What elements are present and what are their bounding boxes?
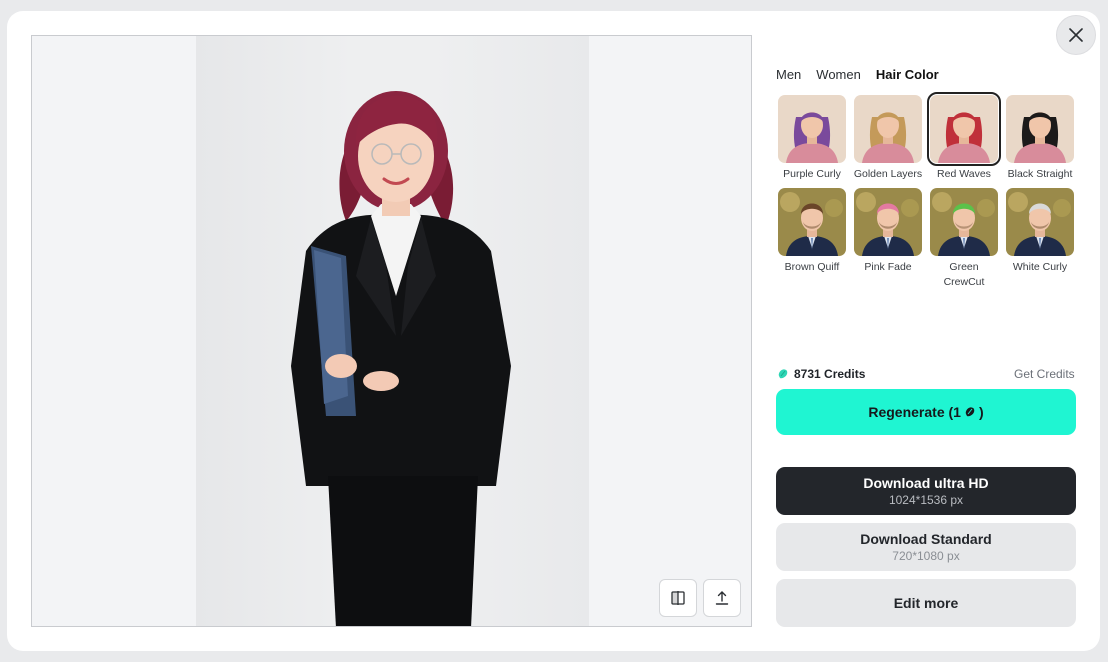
image-preview <box>31 35 752 627</box>
style-label: Golden Layers <box>853 168 923 180</box>
share-button[interactable] <box>703 579 741 617</box>
style-label: Black Straight <box>1007 168 1073 180</box>
gem-icon <box>778 369 788 379</box>
credits-amount: 8731 Credits <box>794 367 866 381</box>
style-pink-fade[interactable]: Pink Fade <box>853 188 923 275</box>
style-black-straight[interactable]: Black Straight <box>1005 95 1075 182</box>
download-std-size: 720*1080 px <box>892 548 960 563</box>
regenerate-label: Regenerate (1 <box>868 404 961 420</box>
download-hd-size: 1024*1536 px <box>888 492 964 507</box>
tab-men[interactable]: Men <box>776 67 801 82</box>
style-thumbnail <box>927 92 1001 166</box>
compare-icon <box>671 591 685 605</box>
style-brown-quiff[interactable]: Brown Quiff <box>777 188 847 275</box>
style-white-curly[interactable]: White Curly <box>1005 188 1075 275</box>
style-thumbnail <box>1006 95 1074 163</box>
credits-balance: 8731 Credits <box>777 367 865 381</box>
edit-more-label: Edit more <box>893 595 959 611</box>
style-red-waves[interactable]: Red Waves <box>927 92 1001 182</box>
style-label: Pink Fade <box>864 261 912 273</box>
category-tabs: Men Women Hair Color <box>776 67 939 82</box>
style-thumbnail <box>1006 188 1074 256</box>
generated-portrait <box>196 36 589 626</box>
regenerate-label-end: ) <box>978 404 984 420</box>
style-label: Purple Curly <box>783 168 841 180</box>
style-thumbnail <box>854 95 922 163</box>
style-thumbnail <box>778 95 846 163</box>
style-label: Red Waves <box>937 168 991 180</box>
tab-hair-color[interactable]: Hair Color <box>876 67 939 82</box>
regenerate-content: Regenerate (1 ) <box>868 404 983 420</box>
style-label: Brown Quiff <box>784 261 840 273</box>
edit-more-button[interactable]: Edit more <box>776 579 1076 627</box>
style-thumbnail <box>778 188 846 256</box>
regenerate-button[interactable]: Regenerate (1 ) <box>776 389 1076 435</box>
get-credits-link[interactable]: Get Credits <box>1014 367 1075 381</box>
close-button[interactable] <box>1056 15 1096 55</box>
compare-button[interactable] <box>659 579 697 617</box>
style-purple-curly[interactable]: Purple Curly <box>777 95 847 182</box>
tab-women[interactable]: Women <box>816 67 861 82</box>
style-golden-layers[interactable]: Golden Layers <box>853 95 923 182</box>
portrait-illustration <box>291 91 511 626</box>
download-standard-button[interactable]: Download Standard 720*1080 px <box>776 523 1076 571</box>
style-label: White Curly <box>1012 261 1068 273</box>
style-thumbnail <box>854 188 922 256</box>
style-label: Green CrewCut <box>943 261 985 288</box>
gem-icon <box>965 407 975 417</box>
download-hd-label: Download ultra HD <box>863 474 989 491</box>
close-icon <box>1069 28 1083 42</box>
download-ultra-hd-button[interactable]: Download ultra HD 1024*1536 px <box>776 467 1076 515</box>
download-std-label: Download Standard <box>860 530 992 547</box>
style-thumbnail <box>930 188 998 256</box>
share-upload-icon <box>715 591 729 605</box>
style-green-crewcut[interactable]: Green CrewCut <box>929 188 999 290</box>
